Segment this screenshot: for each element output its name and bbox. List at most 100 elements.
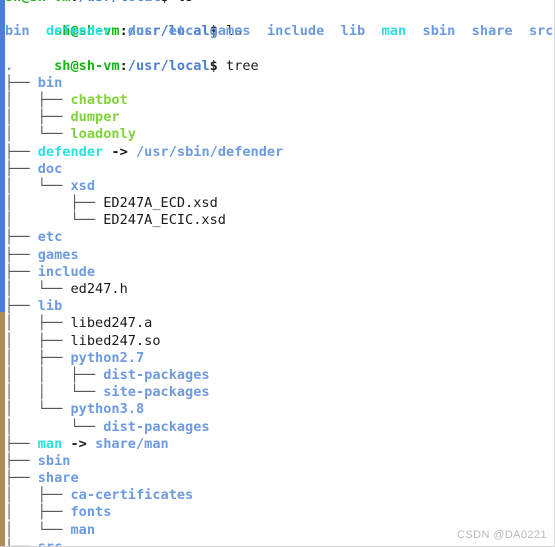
tree-row: │ ├── fonts	[5, 504, 555, 521]
tree-row: │ ├── python2.7	[5, 350, 555, 367]
tree-branch-glyph: ├──	[5, 435, 38, 452]
ls-entry-share[interactable]: share	[472, 23, 513, 39]
tree-entry-dir[interactable]: ca-certificates	[70, 487, 193, 503]
ls-entry-man[interactable]: man	[382, 23, 407, 39]
tree-branch-glyph: │ │ ├──	[5, 366, 104, 383]
tree-row: │ │ ├── dist-packages	[5, 367, 555, 384]
ls-output-row: bin defender doc etc games include lib m…	[5, 23, 555, 40]
tree-entry-file[interactable]: libed247.so	[70, 333, 160, 349]
tree-entry-dir[interactable]: python3.8	[70, 401, 144, 417]
tree-row: │ └── loadonly	[5, 126, 555, 143]
tree-branch-glyph: ├──	[5, 263, 38, 280]
tree-branch-glyph: │ ├──	[5, 109, 71, 126]
ls-entry-src[interactable]: src	[529, 23, 554, 39]
tree-branch-glyph: │ └──	[5, 126, 71, 143]
tree-branch-glyph: │ ├──	[5, 315, 71, 332]
tree-branch-glyph: │ ├──	[5, 349, 71, 366]
tree-branch-glyph: │ └──	[5, 281, 71, 297]
tree-entry-file[interactable]: ED247A_ECD.xsd	[103, 195, 218, 211]
tree-branch-glyph: │ └──	[5, 177, 71, 194]
tree-branch-glyph: │ └──	[5, 401, 71, 418]
tree-branch-glyph: │ └──	[5, 212, 104, 229]
tree-entry-symlink[interactable]: defender	[38, 144, 103, 160]
tree-entry-dir[interactable]: sbin	[38, 453, 71, 469]
tree-row: │ └── xsd	[5, 178, 555, 195]
ls-entry-bin[interactable]: bin	[5, 23, 30, 39]
prompt-line-tree: sh@sh-vm:/usr/local$ tree	[5, 40, 555, 74]
ls-entry-doc[interactable]: doc	[128, 23, 153, 39]
ls-entry-include[interactable]: include	[267, 23, 324, 39]
tree-branch-glyph: ├──	[5, 74, 38, 91]
tree-row: │ ├── ca-certificates	[5, 487, 555, 504]
tree-branch-glyph: │ └──	[5, 521, 71, 538]
prompt-line-ls: sh@sh-vm:/usr/local$ ls	[5, 6, 555, 39]
tree-row: ├── include	[5, 264, 555, 281]
tree-branch-glyph: │ ├──	[5, 504, 71, 521]
tree-branch-glyph: ├──	[5, 452, 38, 469]
tree-entry-dir[interactable]: games	[38, 247, 79, 263]
tree-entry-dir[interactable]: bin	[38, 75, 63, 91]
tree-row: ├── share	[5, 470, 555, 487]
terminal-window: sh@sh-vm:/usr/local$ ls sh@sh-vm:/usr/lo…	[0, 0, 555, 547]
tree-entry-dir[interactable]: lib	[38, 298, 63, 314]
tree-row: │ └── ED247A_ECIC.xsd	[5, 212, 555, 229]
tree-entry-dir[interactable]: xsd	[70, 178, 95, 194]
tree-row: ├── games	[5, 247, 555, 264]
ls-entry-etc[interactable]: etc	[169, 23, 194, 39]
terminal-screen: sh@sh-vm:/usr/local$ ls sh@sh-vm:/usr/lo…	[5, 0, 555, 547]
command-tree: tree	[226, 57, 259, 74]
tree-entry-dir[interactable]: dist-packages	[103, 367, 209, 383]
prompt-colon-2: :	[119, 57, 128, 74]
tree-row: │ ├── chatbot	[5, 92, 555, 109]
tree-row: ├── doc	[5, 161, 555, 178]
tree-branch-glyph: ├──	[5, 298, 38, 315]
symlink-arrow: ->	[70, 435, 87, 452]
tree-row: │ └── python3.8	[5, 401, 555, 418]
prompt-user-host-2: sh@sh-vm	[54, 57, 120, 74]
tree-row: ├── etc	[5, 229, 555, 246]
tree-entry-dir[interactable]: etc	[38, 229, 63, 245]
symlink-arrow: ->	[111, 143, 128, 160]
tree-branch-glyph: │ │ └──	[5, 384, 104, 401]
tree-branch-glyph: ├──	[5, 143, 38, 160]
tree-row: │ │ └── site-packages	[5, 384, 555, 401]
tree-branch-glyph: │ ├──	[5, 91, 71, 108]
tree-branch-glyph: ├──	[5, 229, 38, 246]
tree-entry-dir[interactable]: include	[38, 264, 95, 280]
tree-row: ├── lib	[5, 298, 555, 315]
tree-row: ├── defender -> /usr/sbin/defender	[5, 144, 555, 161]
ls-entry-lib[interactable]: lib	[341, 23, 366, 39]
tree-entry-dir[interactable]: share	[38, 470, 79, 486]
prompt-cwd-2: /usr/local	[127, 57, 210, 74]
tree-entry-file[interactable]: ed247.h	[70, 281, 127, 297]
tree-row: │ ├── ED247A_ECD.xsd	[5, 195, 555, 212]
tree-entry-dir[interactable]: doc	[38, 161, 63, 177]
tree-entry-dir[interactable]: python2.7	[70, 350, 144, 366]
tree-branch-glyph: ├──	[5, 470, 38, 487]
tree-entry-exec[interactable]: loadonly	[70, 126, 135, 142]
tree-row: │ ├── dumper	[5, 109, 555, 126]
tree-row: │ └── ed247.h	[5, 281, 555, 298]
tree-row: │ ├── libed247.a	[5, 315, 555, 332]
tree-entry-symlink[interactable]: man	[38, 436, 63, 452]
scrolled-line-partial: sh@sh-vm:/usr/local$ ls	[5, 0, 555, 6]
tree-branch-glyph: │ ├──	[5, 487, 71, 504]
tree-entry-dir[interactable]: dist-packages	[103, 419, 209, 435]
tree-row: │ ├── libed247.so	[5, 333, 555, 350]
tree-entry-exec[interactable]: dumper	[70, 109, 119, 125]
tree-entry-file[interactable]: libed247.a	[70, 315, 152, 331]
csdn-watermark: CSDN @DA0221	[457, 529, 547, 541]
symlink-target: share/man	[95, 435, 169, 452]
tree-row: ├── sbin	[5, 453, 555, 470]
tree-entry-exec[interactable]: chatbot	[70, 92, 127, 108]
tree-entry-dir[interactable]: fonts	[70, 504, 111, 520]
ls-entry-defender[interactable]: defender	[46, 23, 111, 39]
tree-row: ├── bin	[5, 75, 555, 92]
tree-entry-file[interactable]: ED247A_ECIC.xsd	[103, 212, 226, 228]
tree-entry-dir[interactable]: site-packages	[103, 384, 209, 400]
ls-entry-sbin[interactable]: sbin	[423, 23, 456, 39]
tree-entry-dir[interactable]: man	[70, 522, 95, 538]
prompt-sigil-2: $	[209, 57, 218, 74]
ls-entry-games[interactable]: games	[210, 23, 251, 39]
tree-listing: ├── bin │ ├── chatbot │ ├── dumper │ └── lo…	[5, 75, 555, 547]
